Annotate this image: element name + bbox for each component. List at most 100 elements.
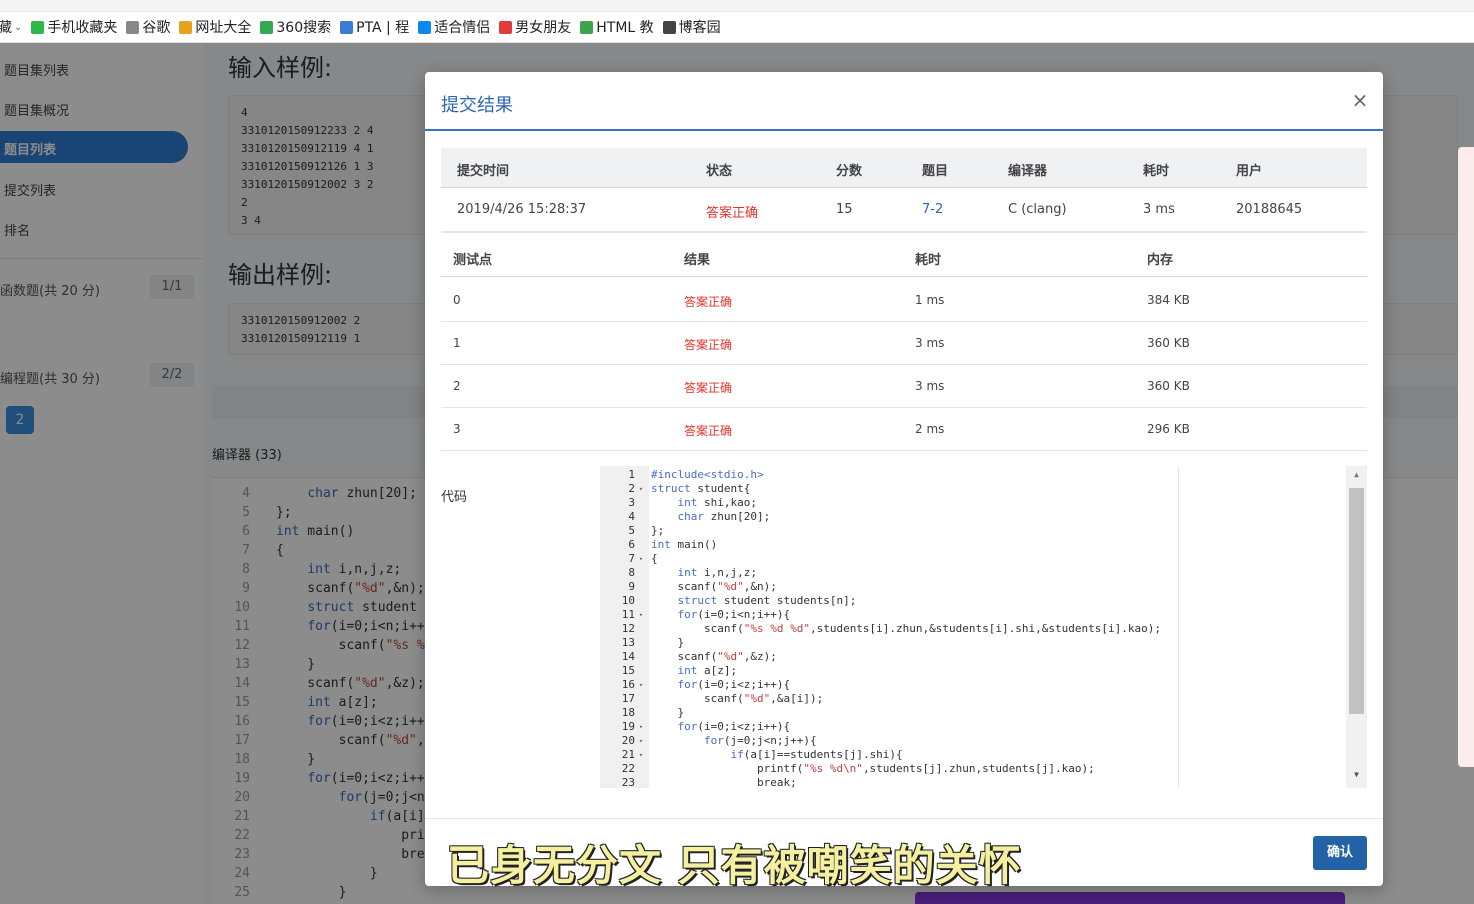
test-result: 答案正确 [684,424,733,438]
side-panel-edge [1458,147,1474,767]
header-memory: 内存 [1147,253,1174,268]
fold-arrow-icon[interactable]: ▾ [636,720,646,734]
submission-user: 20188645 [1236,202,1303,217]
fold-arrow-icon[interactable]: ▾ [636,748,646,762]
fold-arrow-icon[interactable]: ▾ [636,552,646,566]
header-duration: 耗时 [1143,164,1170,179]
line-number: 5 [628,524,635,537]
code-text: #include<stdio.h> [651,468,764,481]
test-time: 3 ms [915,336,945,350]
line-number: 19 [621,720,635,733]
testcase-row: 1 答案正确 3 ms 360 KB [441,322,1367,365]
bookmark-label: 博客园 [678,20,721,36]
code-text: char zhun[20]; [677,510,771,523]
line-number: 10 [621,594,635,607]
bookmark-item[interactable]: 博客园 [662,17,721,37]
line-number: 4 [628,510,635,523]
submission-compiler: C (clang) [1008,202,1067,217]
code-viewer[interactable]: 1 #include<stdio.h> 2 ▾ struct student{3 int… [600,466,1367,789]
problem-link[interactable]: 7-2 [922,202,943,217]
line-number: 2 [628,482,635,495]
code-text: scanf("%d",&n); [651,580,777,593]
code-text: struct student students[n]; [677,594,857,607]
line-number: 20 [621,734,635,747]
test-memory: 360 KB [1147,336,1190,350]
bookmark-item[interactable]: HTML 教 [580,17,654,37]
html-icon [580,20,594,34]
header-test-time: 耗时 [915,253,942,268]
fold-arrow-icon[interactable]: ▾ [636,734,646,748]
pta-icon [340,20,354,34]
header-compiler: 编译器 [1008,164,1048,179]
line-number: 6 [628,538,635,551]
bookmark-item[interactable]: PTA | 程 [340,17,409,37]
bookmark-item[interactable]: 谷歌 [126,17,170,37]
line-number: 21 [621,748,635,761]
test-memory: 296 KB [1147,422,1190,436]
bookmark-label: 360搜索 [276,20,332,36]
test-memory: 360 KB [1147,379,1190,393]
bookmark-label: 手机收藏夹 [47,20,118,36]
submit-time: 2019/4/26 15:28:37 [457,202,587,217]
code-text: struct student{ [651,482,751,495]
submission-result-dialog: 提交结果 × 提交时间 状态 分数 题目 编译器 耗时 用户 2019/4/26… [425,72,1383,886]
bookmark-label: 网址大全 [195,20,252,36]
line-number: 7 [628,552,635,565]
test-result: 答案正确 [684,295,733,309]
bookmark-item[interactable]: 网址大全 [179,17,251,37]
fold-arrow-icon[interactable]: ▾ [636,678,646,692]
bookmark-item[interactable]: 360搜索 [260,17,331,37]
bookmark-item[interactable]: 藏⌄ [0,17,22,37]
summary-table-header: 提交时间 状态 分数 题目 编译器 耗时 用户 [441,148,1367,188]
submission-status: 答案正确 [706,206,759,221]
print-margin-line [1178,466,1179,788]
code-scrollbar-thumb[interactable] [1349,488,1364,714]
submission-score: 15 [836,202,853,217]
test-result: 答案正确 [684,381,733,395]
line-number: 15 [621,664,635,677]
code-text: } [651,706,685,719]
scroll-up-arrow-icon[interactable]: ▲ [1349,470,1364,482]
code-text: scanf("%s %d %d",students[i].zhun,&stude… [651,622,1161,635]
header-status: 状态 [706,164,733,179]
code-text: int i,n,j,z; [677,566,757,579]
line-number: 12 [621,622,635,635]
blog-icon [662,20,676,34]
close-icon[interactable]: × [1350,88,1370,112]
code-text: int shi,kao; [677,496,757,509]
code-text: int a[z]; [677,664,738,677]
dialog-title: 提交结果 [441,95,513,116]
bookmark-item[interactable]: 男女朋友 [499,17,571,37]
testcase-table-header: 测试点 结果 耗时 内存 [441,231,1367,277]
code-text: for(i=0;i<n;i++){ [677,608,791,621]
confirm-button[interactable]: 确认 [1313,836,1367,870]
code-text: scanf("%d",&z); [651,650,777,663]
testcase-row: 0 答案正确 1 ms 384 KB [441,279,1367,322]
header-result: 结果 [684,253,711,268]
bookmark-item[interactable]: 手机收藏夹 [31,17,117,37]
fold-arrow-icon[interactable]: ▾ [636,482,646,496]
summary-row: 2019/4/26 15:28:37 答案正确 15 7-2 C (clang)… [441,188,1367,232]
code-text: for(i=0;i<z;i++){ [677,720,791,733]
header-submit-time: 提交时间 [457,164,510,179]
bookmark-label: PTA | 程 [356,20,410,36]
fold-arrow-icon[interactable]: ▾ [636,608,646,622]
line-number: 17 [621,692,635,705]
page-icon [126,20,140,34]
code-text: for(j=0;j<n;j++){ [703,734,817,747]
news-icon [499,20,513,34]
testcase-row: 3 答案正确 2 ms 296 KB [441,408,1367,451]
bookmarks-bar: 藏⌄ 手机收藏夹 谷歌 网址大全 360搜索 PTA | 程 适合情侣 男女朋友 HTML 教 博… [0,12,1474,43]
video-caption: 已身无分文 只有被嘲笑的关怀 [447,841,1022,890]
test-time: 2 ms [915,422,945,436]
globe-icon [179,20,193,34]
line-number: 3 [628,496,635,509]
phone-icon [31,20,45,34]
test-memory: 384 KB [1147,293,1190,307]
search-360-icon [260,20,274,34]
scroll-down-arrow-icon[interactable]: ▼ [1349,770,1364,782]
bookmark-item[interactable]: 适合情侣 [418,17,490,37]
header-problem: 题目 [922,164,949,179]
chevron-down-icon: ⌄ [14,21,23,33]
testcase-row: 2 答案正确 3 ms 360 KB [441,365,1367,408]
